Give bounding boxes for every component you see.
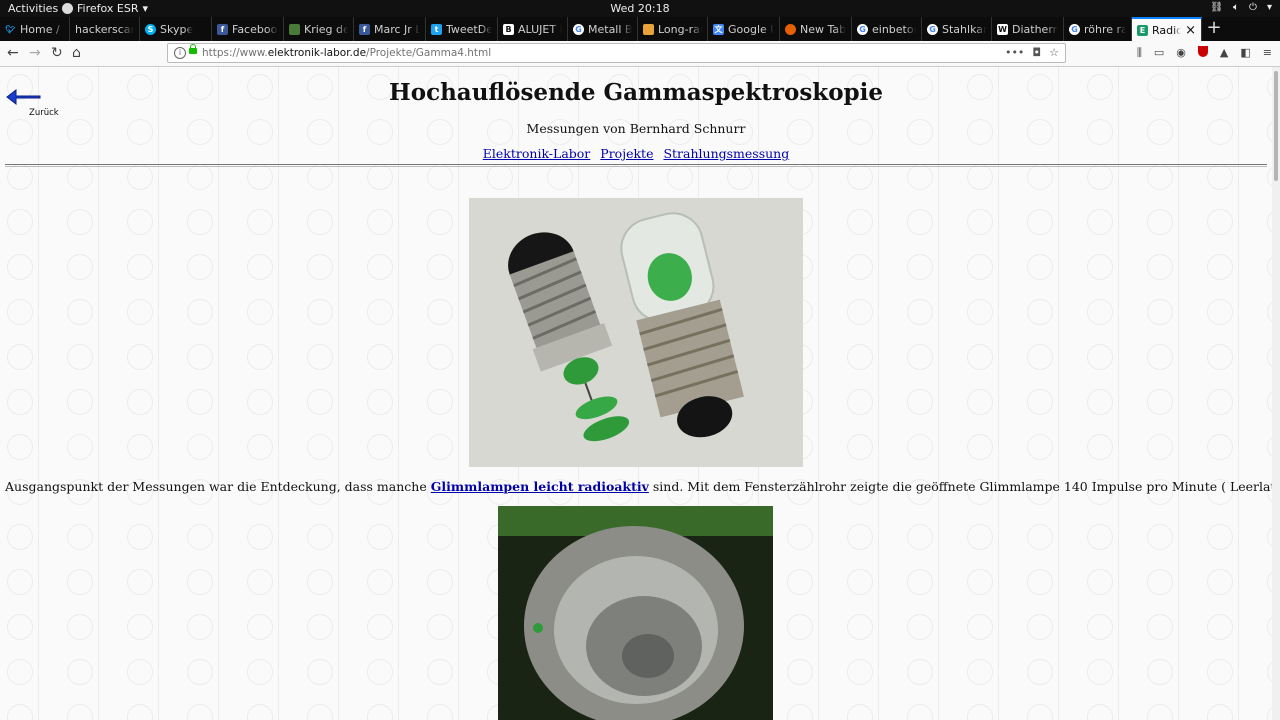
page-title: Hochauflösende Gammaspektroskopie [389, 79, 883, 106]
tab[interactable]: WDiatherm [992, 17, 1064, 41]
tab[interactable]: hackerscard [70, 17, 140, 41]
tab[interactable]: 文 Google U [708, 17, 780, 41]
account-icon[interactable]: ◉ [1176, 46, 1186, 60]
extension-icon[interactable]: ▲ [1220, 46, 1228, 60]
home-icon[interactable]: ⌂ [72, 45, 81, 61]
info-icon[interactable]: i [174, 47, 186, 59]
tab-active[interactable]: ERadioa× [1132, 17, 1202, 41]
ublock-shield-icon[interactable] [1197, 46, 1208, 57]
google-icon: G [573, 23, 584, 35]
breadcrumb-links: Elektronik-Labor Projekte Strahlungsmess… [0, 146, 1272, 161]
tab[interactable]: t TweetDe [426, 17, 498, 41]
tweetdeck-icon: t [431, 23, 442, 35]
tab[interactable]: Krieg der [284, 17, 354, 41]
scrollbar-thumb[interactable] [1274, 71, 1278, 181]
google-icon: G [927, 23, 938, 35]
link-glimmlampen-radioaktiv[interactable]: Glimmlampen leicht radioaktiv [431, 479, 649, 494]
tab[interactable]: S Skype [140, 17, 212, 41]
reload-icon[interactable]: ↻ [51, 45, 63, 61]
forward-icon[interactable]: → [29, 45, 41, 61]
link-projekte[interactable]: Projekte [600, 146, 653, 161]
new-tab-button[interactable]: + [1202, 17, 1226, 41]
page-icon [289, 23, 300, 35]
glow-lamps-photo [469, 198, 803, 467]
tab[interactable]: B ALUJET E [498, 17, 568, 41]
tab[interactable]: f Marc Jr L [354, 17, 426, 41]
app-menu[interactable]: Firefox ESR ▾ [62, 2, 148, 15]
close-icon[interactable]: × [1181, 23, 1196, 38]
tab[interactable]: New Tab [780, 17, 852, 41]
elektronik-labor-icon: E [1137, 24, 1148, 36]
page-actions-icon[interactable]: ••• [1005, 46, 1024, 59]
firefox-icon [785, 23, 796, 35]
horizontal-rule [5, 164, 1267, 167]
network-icon: ⛓ [1210, 2, 1224, 13]
library-icon[interactable]: ⫼ [1137, 46, 1142, 60]
page-scrollbar[interactable] [1272, 67, 1280, 720]
wikipedia-icon: W [997, 23, 1008, 35]
sidebar-icon[interactable]: ▭ [1154, 46, 1164, 60]
pocket-icon[interactable]: ◘ [1032, 46, 1041, 59]
tab[interactable]: Long-ran [638, 17, 708, 41]
system-tray[interactable]: ⛓ 🔈︎ ⏻ ▾ [1210, 2, 1272, 13]
firefox-icon [62, 3, 73, 14]
tab-strip: 🐦︎Home / T hackerscard SSkype fFacebook … [0, 17, 1280, 41]
back-link-label: Zurück [29, 108, 59, 118]
translate-icon: 文 [713, 23, 724, 35]
link-elektronik-labor[interactable]: Elektronik-Labor [483, 146, 591, 161]
lamp-base-closeup-photo [498, 506, 773, 720]
tab[interactable]: Gröhre radi [1064, 17, 1132, 41]
clock[interactable]: Wed 20:18 [610, 2, 669, 15]
google-icon: G [857, 23, 868, 35]
activities-button[interactable]: Activities [8, 2, 58, 15]
system-top-bar: Activities Firefox ESR ▾ Wed 20:18 ⛓ 🔈︎ … [0, 0, 1280, 17]
twitter-icon: 🐦︎ [5, 24, 16, 34]
facebook-icon: f [217, 23, 228, 35]
facebook-icon: f [359, 23, 370, 35]
page-content: Zurück Hochauflösende Gammaspektroskopie… [0, 67, 1272, 720]
skype-icon: S [145, 23, 156, 35]
intro-paragraph: Ausgangspunkt der Messungen war die Entd… [5, 479, 1272, 494]
lock-icon [189, 44, 197, 54]
navigation-toolbar: ← → ↻ ⌂ i https://www.elektronik-labor.d… [0, 41, 1280, 67]
extension-icon[interactable]: ◧ [1240, 46, 1250, 60]
url-bar[interactable]: i https://www.elektronik-labor.de/Projek… [167, 43, 1066, 63]
back-icon[interactable]: ← [7, 45, 19, 61]
menu-icon[interactable]: ≡ [1263, 46, 1272, 60]
tab[interactable]: GStahlkant [922, 17, 992, 41]
author-line: Messungen von Bernhard Schnurr [526, 121, 746, 136]
tab[interactable]: GMetall Bo [568, 17, 638, 41]
bookmark-star-icon[interactable]: ☆ [1049, 46, 1059, 59]
link-strahlungsmessung[interactable]: Strahlungsmessung [663, 146, 789, 161]
chevron-down-icon: ▾ [1266, 2, 1272, 13]
b-icon: B [503, 23, 514, 35]
power-icon: ⏻ [1249, 2, 1257, 13]
tab[interactable]: fFacebook [212, 17, 284, 41]
volume-icon: 🔈︎ [1233, 2, 1240, 13]
url-text: https://www.elektronik-labor.de/Projekte… [202, 47, 492, 59]
tab[interactable]: 🐦︎Home / T [0, 17, 70, 41]
tab[interactable]: Geinbetoni [852, 17, 922, 41]
chevron-down-icon: ▾ [142, 2, 149, 15]
google-icon: G [1069, 23, 1080, 35]
page-icon [643, 23, 654, 35]
app-menu-label: Firefox ESR [77, 2, 139, 15]
